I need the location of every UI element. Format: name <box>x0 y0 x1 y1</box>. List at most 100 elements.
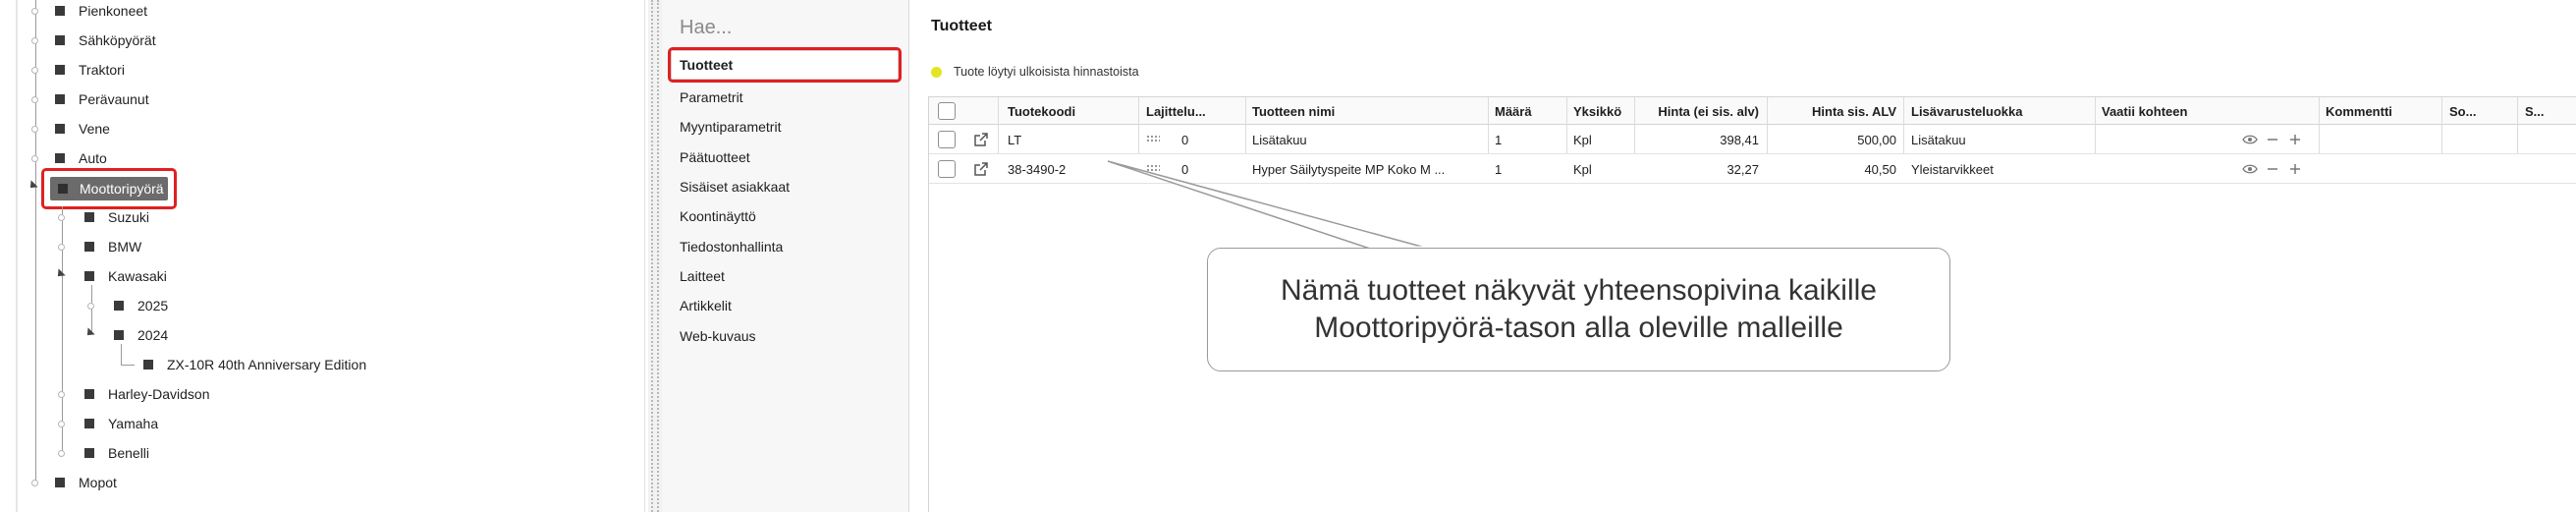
tree-node-2025[interactable]: 2025 <box>114 295 168 316</box>
open-link-icon[interactable] <box>973 125 995 154</box>
tree-node-moottoripyora-highlight[interactable]: Moottoripyörä <box>41 168 177 209</box>
eye-icon[interactable] <box>2242 154 2264 184</box>
col-header-tuotekoodi[interactable]: Tuotekoodi <box>1008 97 1125 125</box>
search-input[interactable] <box>676 13 940 42</box>
col-header-hinta-ei-alv[interactable]: Hinta (ei sis. alv) <box>1637 97 1759 125</box>
collapse-caret-icon[interactable] <box>83 327 95 339</box>
cell-hinta-ei-alv: 32,27 <box>1726 161 1759 177</box>
select-all-checkbox[interactable] <box>938 102 956 120</box>
tree-node-label: BMW <box>108 239 142 255</box>
tree-knob <box>58 421 65 427</box>
tree-knob <box>31 8 38 15</box>
tree-connector <box>91 285 92 334</box>
search-bar <box>676 12 968 43</box>
tree-node-sahkopyorat[interactable]: Sähköpyörät <box>55 29 156 51</box>
nav-item-artikkelit[interactable]: Artikkelit <box>672 291 904 320</box>
tree-node-label: Vene <box>79 121 110 137</box>
col-header-vaatii-kohteen[interactable]: Vaatii kohteen <box>2102 97 2249 125</box>
node-square-icon <box>55 6 65 16</box>
col-header-hinta-sis-alv[interactable]: Hinta sis. ALV <box>1765 97 1896 125</box>
plus-icon[interactable] <box>2289 125 2309 154</box>
node-square-icon <box>84 389 94 399</box>
nav-item-koontinaytto[interactable]: Koontinäyttö <box>672 201 904 231</box>
minus-icon[interactable] <box>2267 154 2286 184</box>
tree-node-moottoripyora[interactable]: Moottoripyörä <box>50 177 168 200</box>
tree-knob <box>31 155 38 162</box>
tree-node-zx10r[interactable]: ZX-10R 40th Anniversary Edition <box>143 354 366 375</box>
nav-menu: Tuotteet Parametrit Myyntiparametrit Pää… <box>668 47 904 351</box>
cell-tuotteen-nimi: Hyper Säilytyspeite MP Koko M ... <box>1252 161 1446 177</box>
drag-handle-icon[interactable] <box>1146 125 1164 154</box>
tree-node-vene[interactable]: Vene <box>55 118 110 140</box>
tree-node-label: Perävaunut <box>79 91 149 107</box>
row-checkbox[interactable] <box>938 131 956 148</box>
drag-handle-icon[interactable] <box>1146 154 1164 184</box>
callout-line-1: Nämä tuotteet näkyvät yhteensopivina kai… <box>1280 274 1877 307</box>
node-square-icon <box>58 184 68 194</box>
nav-item-tuotteet[interactable]: Tuotteet <box>668 47 902 83</box>
tree-node-traktori[interactable]: Traktori <box>55 59 125 81</box>
cell-lisavarusteluokka: Lisätakuu <box>1911 132 1966 147</box>
cell-yksikko: Kpl <box>1573 161 1592 177</box>
node-square-icon <box>84 212 94 222</box>
node-square-icon <box>55 124 65 134</box>
tree-node-kawasaki[interactable]: Kawasaki <box>84 265 167 287</box>
tree-node-pienkoneet[interactable]: Pienkoneet <box>55 0 147 22</box>
col-header-maara[interactable]: Määrä <box>1495 97 1563 125</box>
nav-item-myyntiparametrit[interactable]: Myyntiparametrit <box>672 112 904 142</box>
col-header-kommentti[interactable]: Kommentti <box>2326 97 2434 125</box>
tree-node-harley-davidson[interactable]: Harley-Davidson <box>84 383 209 405</box>
table-row[interactable]: 38-3490-2 0 Hyper Säilytyspeite MP Koko … <box>929 154 2576 184</box>
tree-node-label: Suzuki <box>108 209 150 225</box>
tree-node-label: Yamaha <box>108 416 159 431</box>
tree-node-benelli[interactable]: Benelli <box>84 442 149 464</box>
tree-node-mopot[interactable]: Mopot <box>55 472 117 493</box>
tree-node-label: Benelli <box>108 445 150 461</box>
tree-node-yamaha[interactable]: Yamaha <box>84 413 158 434</box>
tree-node-2024[interactable]: 2024 <box>114 324 168 346</box>
nav-item-parametrit[interactable]: Parametrit <box>672 83 904 112</box>
col-header-so[interactable]: So... <box>2449 97 2508 125</box>
col-header-lisavarusteluokka[interactable]: Lisävarusteluokka <box>1911 97 2088 125</box>
node-square-icon <box>55 153 65 163</box>
row-checkbox[interactable] <box>938 160 956 178</box>
cell-hinta-ei-alv: 398,41 <box>1720 132 1759 147</box>
minus-icon[interactable] <box>2267 125 2286 154</box>
nav-item-tiedostonhallinta[interactable]: Tiedostonhallinta <box>672 231 904 260</box>
tree-node-peravaunut[interactable]: Perävaunut <box>55 88 149 110</box>
select-all-cell <box>938 97 961 125</box>
cell-tuotekoodi: 38-3490-2 <box>1008 161 1067 177</box>
tree-node-suzuki[interactable]: Suzuki <box>84 206 149 228</box>
tree-node-label: Kawasaki <box>108 268 167 284</box>
tree-knob <box>31 37 38 44</box>
cell-hinta-sis-alv: 40,50 <box>1864 161 1896 177</box>
plus-icon[interactable] <box>2289 154 2309 184</box>
cell-tuotekoodi: LT <box>1008 132 1022 147</box>
node-square-icon <box>114 330 124 340</box>
tree-node-label: Pienkoneet <box>79 3 148 19</box>
tree-knob <box>87 303 94 310</box>
panel-splitter[interactable] <box>648 0 662 512</box>
collapse-caret-icon[interactable] <box>54 268 66 280</box>
nav-item-paatuotteet[interactable]: Päätuotteet <box>672 142 904 172</box>
tree-knob <box>31 126 38 133</box>
col-header-lajittelu[interactable]: Lajittelu... <box>1146 97 1225 125</box>
nav-item-sisaiset-asiakkaat[interactable]: Sisäiset asiakkaat <box>672 172 904 201</box>
cell-tuotteen-nimi: Lisätakuu <box>1252 132 1307 147</box>
eye-icon[interactable] <box>2242 125 2264 154</box>
node-square-icon <box>55 94 65 104</box>
cell-yksikko: Kpl <box>1573 132 1592 147</box>
tree-node-bmw[interactable]: BMW <box>84 236 141 257</box>
open-link-icon[interactable] <box>973 154 995 184</box>
tree-node-label: ZX-10R 40th Anniversary Edition <box>167 357 367 372</box>
nav-item-web-kuvaus[interactable]: Web-kuvaus <box>672 320 904 350</box>
tree-node-label: Harley-Davidson <box>108 386 210 402</box>
table-row[interactable]: LT 0 Lisätakuu 1 Kpl 398,41 500,00 Lisät… <box>929 125 2576 154</box>
col-header-s[interactable]: S... <box>2525 97 2574 125</box>
annotation-callout: Nämä tuotteet näkyvät yhteensopivina kai… <box>1207 248 1950 371</box>
node-square-icon <box>143 360 153 370</box>
col-header-tuotteen-nimi[interactable]: Tuotteen nimi <box>1252 97 1449 125</box>
tree-node-auto[interactable]: Auto <box>55 147 107 169</box>
nav-item-laitteet[interactable]: Laitteet <box>672 261 904 291</box>
notice-text: Tuote löytyi ulkoisista hinnastoista <box>954 65 1139 79</box>
